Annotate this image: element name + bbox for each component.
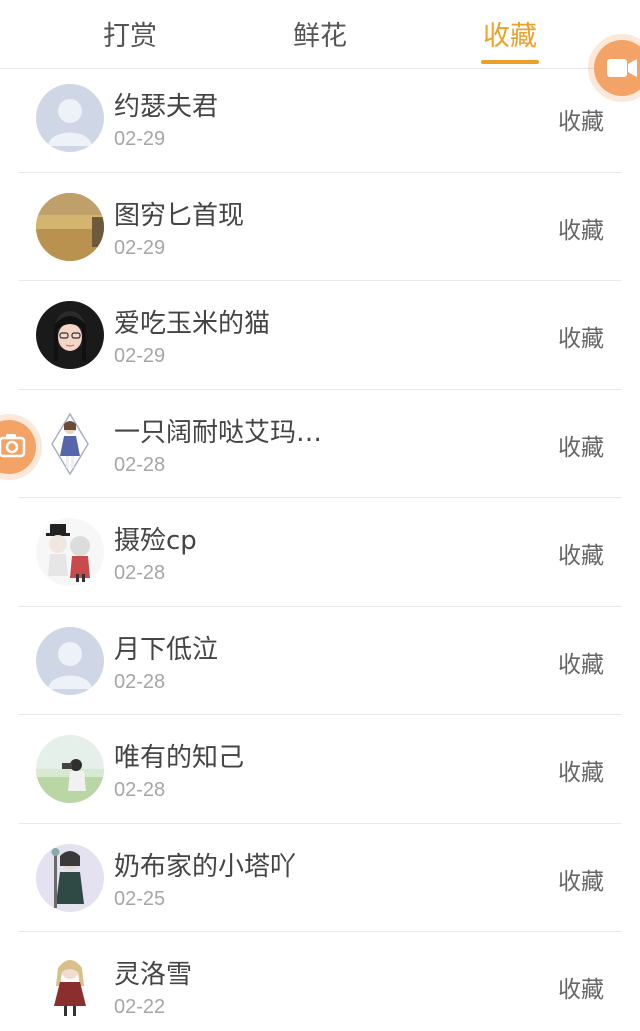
date: 02-29 <box>114 345 166 367</box>
favorite-action: 收藏 <box>558 434 604 461</box>
list-item[interactable]: 灵洛雪 02-22 收藏 <box>0 932 640 1031</box>
video-camera-icon <box>607 59 637 77</box>
avatar[interactable] <box>36 952 104 1020</box>
date: 02-29 <box>114 128 166 150</box>
avatar[interactable] <box>36 84 104 152</box>
date: 02-22 <box>114 996 166 1018</box>
user-name: 唯有的知己 <box>114 743 245 773</box>
user-name: 灵洛雪 <box>114 960 193 990</box>
list-item[interactable]: 摄殓cp 02-28 收藏 <box>0 498 640 607</box>
avatar[interactable] <box>36 301 104 369</box>
user-name: 爱吃玉米的猫 <box>114 309 271 339</box>
tab-flowers[interactable]: 鲜花 <box>270 14 370 54</box>
user-name: 摄殓cp <box>114 526 197 556</box>
date: 02-28 <box>114 779 166 801</box>
avatar[interactable] <box>36 843 104 912</box>
favorites-list: 约瑟夫君 02-29 收藏 图穷匕首现 02-29 收藏 爱吃玉米的猫 02-2… <box>0 64 640 1031</box>
tab-bar: 打赏 鲜花 收藏 <box>0 0 640 69</box>
favorite-action: 收藏 <box>558 326 604 352</box>
user-name: 图穷匕首现 <box>114 200 245 231</box>
date: 02-28 <box>114 453 166 476</box>
user-name: 一只阔耐哒艾玛… <box>114 417 323 448</box>
camera-icon <box>0 434 26 458</box>
user-name: 月下低泣 <box>114 634 219 665</box>
avatar[interactable] <box>36 518 104 586</box>
list-item[interactable]: 图穷匕首现 02-29 收藏 <box>0 173 640 282</box>
date: 02-28 <box>114 670 166 693</box>
favorite-action: 收藏 <box>558 217 604 244</box>
avatar[interactable] <box>36 409 104 478</box>
tab-tip[interactable]: 打赏 <box>80 14 180 54</box>
page: 打赏 鲜花 收藏 约瑟夫君 02-29 收藏 图穷匕首现 02-29 收藏 爱吃… <box>0 0 640 1031</box>
user-name: 约瑟夫君 <box>114 92 219 122</box>
favorite-action: 收藏 <box>558 977 604 1003</box>
favorite-action: 收藏 <box>558 868 604 895</box>
avatar[interactable] <box>36 735 104 803</box>
date: 02-28 <box>114 562 166 584</box>
list-item[interactable]: 一只阔耐哒艾玛… 02-28 收藏 <box>0 390 640 499</box>
video-float-button[interactable] <box>594 40 640 96</box>
favorite-action: 收藏 <box>558 109 604 135</box>
favorite-action: 收藏 <box>558 651 604 678</box>
avatar[interactable] <box>36 626 104 695</box>
date: 02-29 <box>114 236 166 259</box>
list-item[interactable]: 爱吃玉米的猫 02-29 收藏 <box>0 281 640 390</box>
avatar[interactable] <box>36 192 104 261</box>
tab-favorites[interactable]: 收藏 <box>460 14 560 54</box>
favorite-action: 收藏 <box>558 760 604 786</box>
camera-float-button[interactable] <box>0 420 36 474</box>
list-item[interactable]: 奶布家的小塔吖 02-25 收藏 <box>0 824 640 933</box>
favorite-action: 收藏 <box>558 543 604 569</box>
list-item[interactable]: 约瑟夫君 02-29 收藏 <box>0 64 640 173</box>
date: 02-25 <box>114 887 166 910</box>
user-name: 奶布家的小塔吖 <box>114 851 297 882</box>
list-item[interactable]: 唯有的知己 02-28 收藏 <box>0 715 640 824</box>
list-item[interactable]: 月下低泣 02-28 收藏 <box>0 607 640 716</box>
